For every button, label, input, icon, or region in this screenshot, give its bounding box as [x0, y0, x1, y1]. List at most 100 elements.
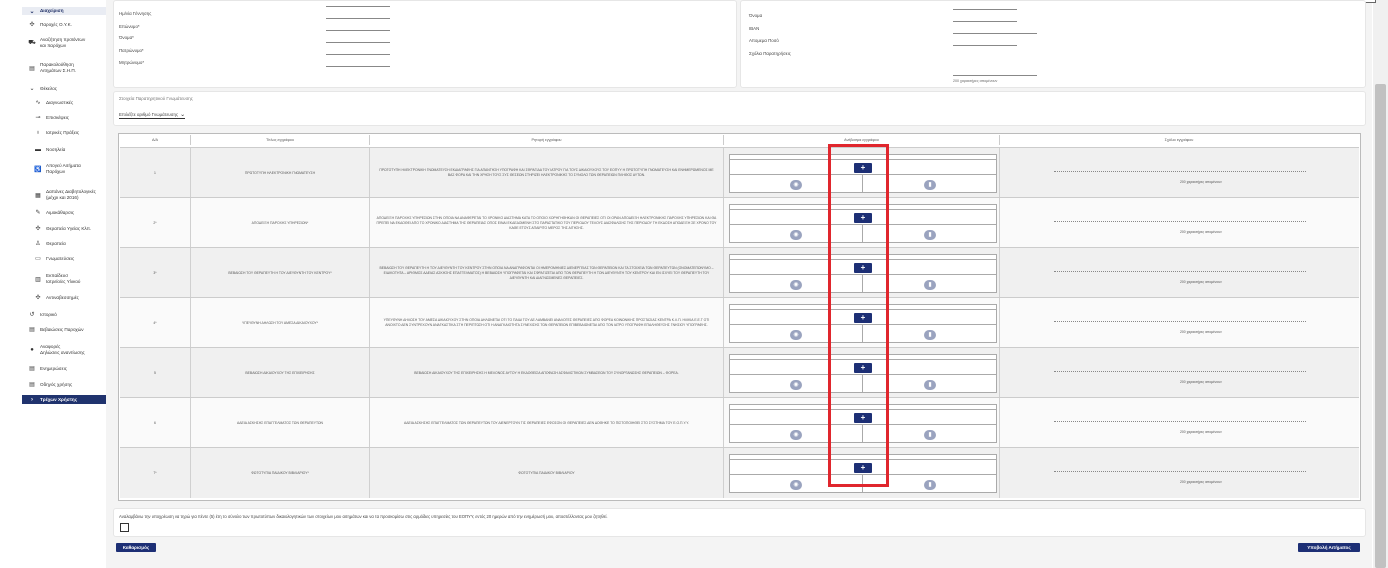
sidebar-item[interactable]: ▥ Εκπαίδευσ Ιατρείο/ες Υλικού	[22, 270, 106, 288]
sidebar-item[interactable]: ✣ Παροχές Ο.Υ.Κ.	[22, 20, 106, 29]
surname-field[interactable]	[326, 30, 390, 31]
field-line[interactable]	[326, 6, 390, 7]
remarks-label: Σχόλια Παρατηρήσεις	[749, 51, 791, 56]
diagnosis-panel: Στοιχεία Παρατηρητικού Γνωμάτευσης Επιλέ…	[113, 91, 1366, 126]
comment-field[interactable]	[1054, 171, 1306, 172]
comment-cell: 200 χαρακτήρες απομένουν	[1000, 348, 1359, 398]
consent-panel: Αναλαμβάνω την υποχρέωση να τηρώ για πέν…	[113, 508, 1366, 537]
delete-file-button[interactable]: ▮	[924, 430, 936, 440]
sidebar-item[interactable]: ▤ Οδηγός χρήσης	[22, 380, 106, 389]
gear-icon: ✣	[35, 295, 41, 301]
fathername-field[interactable]	[326, 54, 390, 55]
sidebar-item[interactable]: ▤ Παρακολούθηση Αιτημάτων Σ.Η.Π.	[22, 58, 106, 78]
sidebar-item[interactable]: ▤ Ενημερώσεις	[22, 364, 106, 373]
scrollbar-thumb[interactable]	[1375, 84, 1386, 568]
sidebar-section-management[interactable]: ⌄ Διαχείριση	[22, 7, 106, 15]
sidebar-item-current-user[interactable]: › Τρέχων Χρήστης	[22, 395, 106, 404]
comment-field[interactable]	[1054, 321, 1306, 322]
comment-counter: 200 χαρακτήρες απομένουν	[1180, 430, 1222, 434]
delete-file-button[interactable]: ▮	[924, 230, 936, 240]
comment-field[interactable]	[1054, 271, 1306, 272]
sidebar-item[interactable]: ⛟ Αναζήτηση προϊόντων και παρόχων	[22, 33, 106, 53]
sidebar-item[interactable]: ✣ Θεραπεία Υγείας Κλπ.	[22, 224, 106, 233]
sidebar-item-label: Επισκέψεις	[46, 114, 69, 120]
diagnosis-select[interactable]: Επιλέξτε αριθμό Γνωμάτευσης ⌄	[119, 111, 186, 119]
submit-button[interactable]: Υποβολή Αιτήματος	[1298, 543, 1360, 552]
mothername-label: Μητρώνυμο*	[119, 60, 145, 65]
iban-field[interactable]	[953, 33, 1037, 34]
firstname-field[interactable]	[326, 42, 390, 43]
row-title: ΑΔΕΙΑ ΑΣΚΗΣΗΣ ΕΠΑΓΓΕΛΜΑΤΟΣ ΤΩΝ ΘΕΡΑΠΕΥΤΩ…	[191, 398, 370, 448]
clear-button[interactable]: Καθαρισμός	[116, 543, 156, 552]
delete-file-button[interactable]: ▮	[924, 380, 936, 390]
comment-cell: 200 χαρακτήρες απομένουν	[1000, 198, 1359, 248]
history-icon: ↺	[29, 312, 35, 318]
sidebar-item[interactable]: ✣ Αντιναβεσσημές	[22, 293, 106, 302]
comment-cell: 200 χαρακτήρες απομένουν	[1000, 298, 1359, 348]
comment-cell: 200 χαρακτήρες απομένουν	[1000, 148, 1359, 198]
view-file-button[interactable]: ◉	[790, 430, 802, 440]
bed-icon: ▬	[35, 146, 41, 153]
delete-file-button[interactable]: ▮	[924, 280, 936, 290]
birthdate-field[interactable]	[326, 18, 390, 19]
sidebar-item[interactable]: ♁ Ιατρικές Πράξεις	[22, 128, 106, 137]
sidebar-item[interactable]: ♿ Απογεύ Αιτήματα Παρόχων	[22, 160, 106, 178]
view-file-button[interactable]: ◉	[790, 280, 802, 290]
remarks-counter: 200 χαρακτήρες απομένουν	[953, 79, 998, 83]
field-line[interactable]	[953, 9, 1017, 10]
view-file-button[interactable]: ◉	[790, 380, 802, 390]
remarks-field[interactable]	[953, 75, 1037, 76]
sidebar-item[interactable]: ▤ Βεβαιώσεις Παροχών	[22, 325, 106, 334]
sidebar-item-label: Θεραπεία	[46, 240, 66, 246]
consent-checkbox[interactable]	[120, 523, 129, 532]
eye-icon: ◉	[793, 432, 799, 438]
comment-field[interactable]	[1054, 471, 1306, 472]
row-description: ΒΕΒΑΙΩΣΗ ΤΟΥ ΘΕΡΑΠΕΥΤΗ Η ΤΟΥ ΔΙΕΥΘΥΝΤΗ Τ…	[370, 248, 724, 298]
comment-field[interactable]	[1054, 221, 1306, 222]
delete-file-button[interactable]: ▮	[924, 480, 936, 490]
trash-icon: ▮	[928, 382, 932, 388]
comment-field[interactable]	[1054, 421, 1306, 422]
mothername-field[interactable]	[326, 66, 390, 67]
comment-field[interactable]	[1054, 371, 1306, 372]
sidebar-item[interactable]: ● Αναφορές Δηλώσεις αναντίωσης	[22, 340, 106, 360]
gear-icon: ✣	[29, 22, 35, 28]
view-file-button[interactable]: ◉	[790, 180, 802, 190]
row-title: ΦΩΤΟΤΥΠΙΑ ΠΑΙΔΙΚΟΥ ΒΙΒΛΙΑΡΙΟΥ*	[191, 448, 370, 498]
sidebar-item[interactable]: ✎ Αιμοκάθαρσις	[22, 208, 106, 217]
sidebar-item-label: Παροχές Ο.Υ.Κ.	[40, 21, 72, 27]
comment-cell: 200 χαρακτήρες απομένουν	[1000, 248, 1359, 298]
row-title: ΒΕΒΑΙΩΣΗ ΔΙΚΑΙΟΥΧΟΥ ΤΗΣ ΕΠΙΧΕΙΡΗΣΗΣ	[191, 348, 370, 398]
amount-field[interactable]	[953, 45, 1017, 46]
sidebar-item-label: Διαγνωστικές	[46, 99, 74, 105]
sidebar-item[interactable]: ↺ Ιστορικό	[22, 310, 106, 319]
view-file-button[interactable]: ◉	[790, 230, 802, 240]
sidebar-item[interactable]: ▦ Δαπάνες Διαβητολογικές (μέχρι και 2016)	[22, 185, 106, 205]
delete-file-button[interactable]: ▮	[924, 330, 936, 340]
eye-icon: ◉	[793, 382, 799, 388]
sidebar-section-label: Διαχείριση	[40, 8, 64, 13]
row-number: 6	[120, 398, 191, 448]
row-number: 4*	[120, 298, 191, 348]
sidebar-item[interactable]: ▭ Γνωματεύσεις	[22, 254, 106, 263]
sidebar-item-label: Νοσηλεία	[46, 146, 66, 152]
sidebar-item[interactable]: ⌄ Θέκελος	[22, 84, 106, 93]
col-header-title: Τίτλος εγγράφου	[191, 135, 370, 145]
view-file-button[interactable]: ◉	[790, 330, 802, 340]
row-number: 1	[120, 148, 191, 198]
iban-label: IBAN	[749, 26, 760, 31]
view-file-button[interactable]: ◉	[790, 480, 802, 490]
name-field[interactable]	[953, 21, 1017, 22]
sidebar-item[interactable]: ⊸ Επισκέψεις	[22, 113, 106, 122]
row-description: ΠΡΩΤΟΤΥΠΗ ΗΛΕΚΤΡΟΝΙΚΗ ΓΝΩΜΑΤΕΥΣΗ ΕΚΔΙΑΓΡ…	[370, 148, 724, 198]
sidebar-item-label: Εκπαίδευσ Ιατρείο/ες Υλικού	[46, 273, 81, 284]
sidebar-item-label: Οδηγός χρήσης	[40, 381, 73, 387]
sidebar-item[interactable]: ♙ Θεραπεία	[22, 239, 106, 248]
delete-file-button[interactable]: ▮	[924, 180, 936, 190]
sidebar-item-label: Ιατρικές Πράξεις	[46, 129, 80, 135]
row-title: ΥΠΕΥΘΥΝΗ ΔΗΛΩΣΗ ΤΟΥ ΑΜΕΣΑ ΔΙΚΑΙΟΥΧΟΥ*	[191, 298, 370, 348]
sidebar-item[interactable]: ▬ Νοσηλεία	[22, 145, 106, 154]
trash-icon: ▮	[928, 182, 932, 188]
sidebar: ⌄ Διαχείριση ✣ Παροχές Ο.Υ.Κ. ⛟ Αναζήτηση π…	[22, 0, 107, 541]
sidebar-item[interactable]: ∿ Διαγνωστικές	[22, 98, 106, 107]
